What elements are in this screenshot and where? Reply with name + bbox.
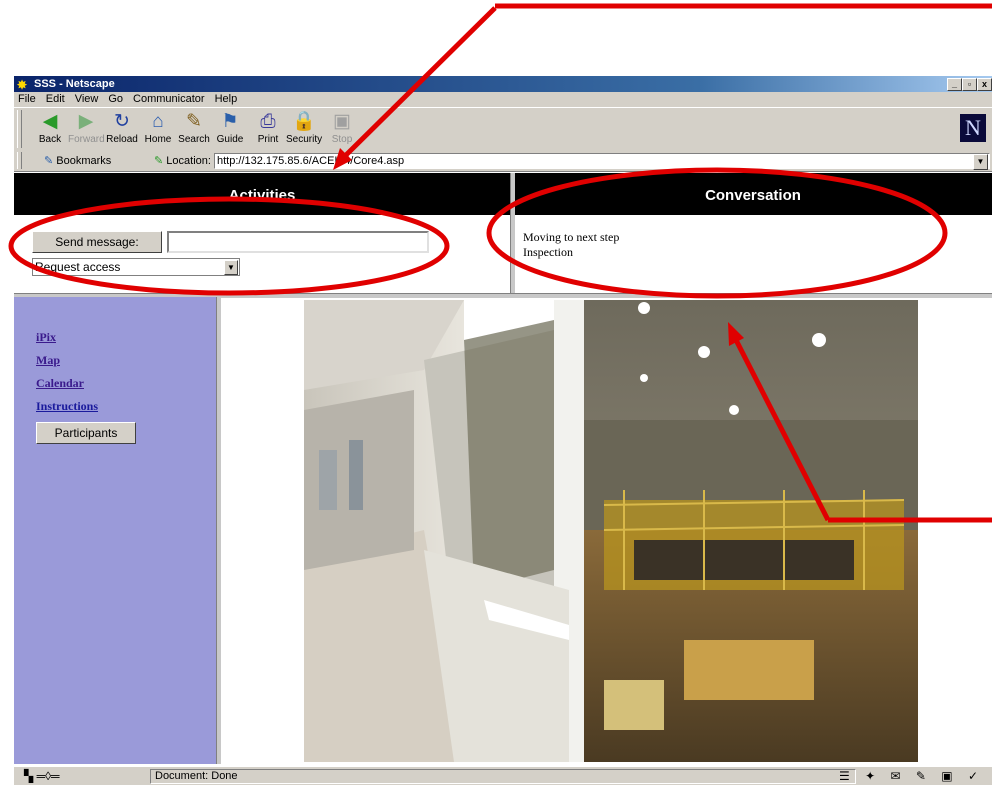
- bookmarks-button[interactable]: ✎ Bookmarks: [44, 153, 111, 169]
- location-label: Location:: [166, 155, 211, 167]
- minimize-button[interactable]: _: [947, 78, 962, 91]
- nav-link-ipix[interactable]: iPix: [36, 330, 56, 345]
- panorama-illustration: [304, 300, 918, 762]
- reload-label: Reload: [106, 134, 138, 145]
- conversation-line: Moving to next step: [523, 230, 620, 244]
- message-input[interactable]: [167, 231, 429, 253]
- request-access-value: Request access: [35, 260, 121, 274]
- search-label: Search: [178, 134, 210, 145]
- menu-bar: File Edit View Go Communicator Help: [14, 92, 992, 107]
- home-label: Home: [144, 134, 172, 145]
- reload-button[interactable]: ↻ Reload: [104, 110, 140, 148]
- guide-button[interactable]: ⚑ Guide: [212, 110, 248, 148]
- bookmarks-label: Bookmarks: [56, 155, 112, 167]
- menu-go[interactable]: Go: [103, 92, 128, 107]
- netscape-logo[interactable]: N: [960, 114, 986, 142]
- conversation-header: Conversation: [514, 173, 992, 215]
- close-button[interactable]: x: [977, 78, 992, 91]
- stop-button[interactable]: ▣ Stop: [324, 110, 360, 148]
- guide-label: Guide: [216, 134, 244, 145]
- ipix-panorama-image[interactable]: [304, 300, 918, 762]
- nav-link-calendar[interactable]: Calendar: [36, 376, 84, 391]
- participants-button[interactable]: Participants: [36, 422, 136, 444]
- menu-edit[interactable]: Edit: [41, 92, 70, 107]
- request-access-select[interactable]: Request access ▼: [32, 258, 240, 276]
- sidebar: iPix Map Calendar Instructions Participa…: [14, 297, 216, 764]
- security-lock-icon: 🔒: [292, 111, 316, 132]
- frame-divider[interactable]: [510, 173, 515, 293]
- bookmarks-icon: ✎: [44, 155, 54, 167]
- chevron-down-icon[interactable]: ▼: [224, 260, 238, 275]
- window-title: SSS - Netscape: [34, 78, 115, 90]
- status-text: Document: Done: [150, 769, 856, 784]
- location-grip[interactable]: [17, 152, 22, 169]
- reload-icon: ↻: [114, 111, 130, 132]
- menu-help[interactable]: Help: [210, 92, 243, 107]
- conversation-log: Moving to next step Inspection: [523, 230, 619, 260]
- home-button[interactable]: ⌂ Home: [140, 110, 176, 148]
- back-button[interactable]: ◀ Back: [32, 110, 68, 148]
- back-label: Back: [38, 134, 62, 145]
- url-field[interactable]: http://132.175.85.6/ACEIT4/Core4.asp: [214, 153, 990, 169]
- frame-divider-vertical[interactable]: [216, 297, 221, 764]
- forward-button[interactable]: ▶ Forward: [68, 110, 105, 148]
- location-icon: ✎: [154, 155, 164, 167]
- send-message-button[interactable]: Send message:: [32, 231, 162, 253]
- guide-icon: ⚑: [221, 111, 239, 132]
- print-icon: ⎙: [260, 111, 276, 132]
- navigation-toolbar: ◀ Back ▶ Forward ↻ Reload ⌂ Home ✎ Search ⚑ Guide ⎙ P…: [14, 107, 992, 152]
- home-icon: ⌂: [152, 111, 164, 132]
- back-arrow-icon: ◀: [42, 111, 58, 132]
- forward-arrow-icon: ▶: [78, 111, 94, 132]
- component-bar-icons[interactable]: ☰ ✦ ✉ ✎ ▣ ✓: [839, 769, 984, 783]
- status-bar: ▚ ═◊═ Document: Done ☰ ✦ ✉ ✎ ▣ ✓: [14, 766, 992, 785]
- stop-icon: ▣: [333, 111, 351, 132]
- location-label-group: ✎ Location:: [154, 153, 211, 169]
- conversation-line: Inspection: [523, 245, 573, 259]
- search-button[interactable]: ✎ Search: [176, 110, 212, 148]
- stop-label: Stop: [331, 134, 353, 145]
- forward-label: Forward: [68, 134, 105, 145]
- toolbar-grip[interactable]: [17, 110, 22, 148]
- activities-header: Activities: [14, 173, 510, 215]
- print-button[interactable]: ⎙ Print: [250, 110, 286, 148]
- window-title-bar: ✸ SSS - Netscape _ ▫ x: [14, 76, 992, 92]
- nav-link-map[interactable]: Map: [36, 353, 60, 368]
- location-toolbar: ✎ Bookmarks ✎ Location: http://132.175.8…: [14, 151, 992, 172]
- menu-communicator[interactable]: Communicator: [128, 92, 210, 107]
- menu-view[interactable]: View: [70, 92, 104, 107]
- nav-link-instructions[interactable]: Instructions: [36, 399, 98, 414]
- print-label: Print: [257, 134, 279, 145]
- menu-file[interactable]: File: [14, 92, 41, 107]
- maximize-button[interactable]: ▫: [962, 78, 977, 91]
- url-history-dropdown[interactable]: ▼: [973, 154, 988, 170]
- connection-status-icon: ▚ ═◊═: [24, 769, 60, 783]
- security-button[interactable]: 🔒 Security: [286, 110, 322, 148]
- security-label: Security: [286, 134, 323, 145]
- search-icon: ✎: [186, 111, 202, 132]
- netscape-app-icon: ✸: [17, 78, 28, 92]
